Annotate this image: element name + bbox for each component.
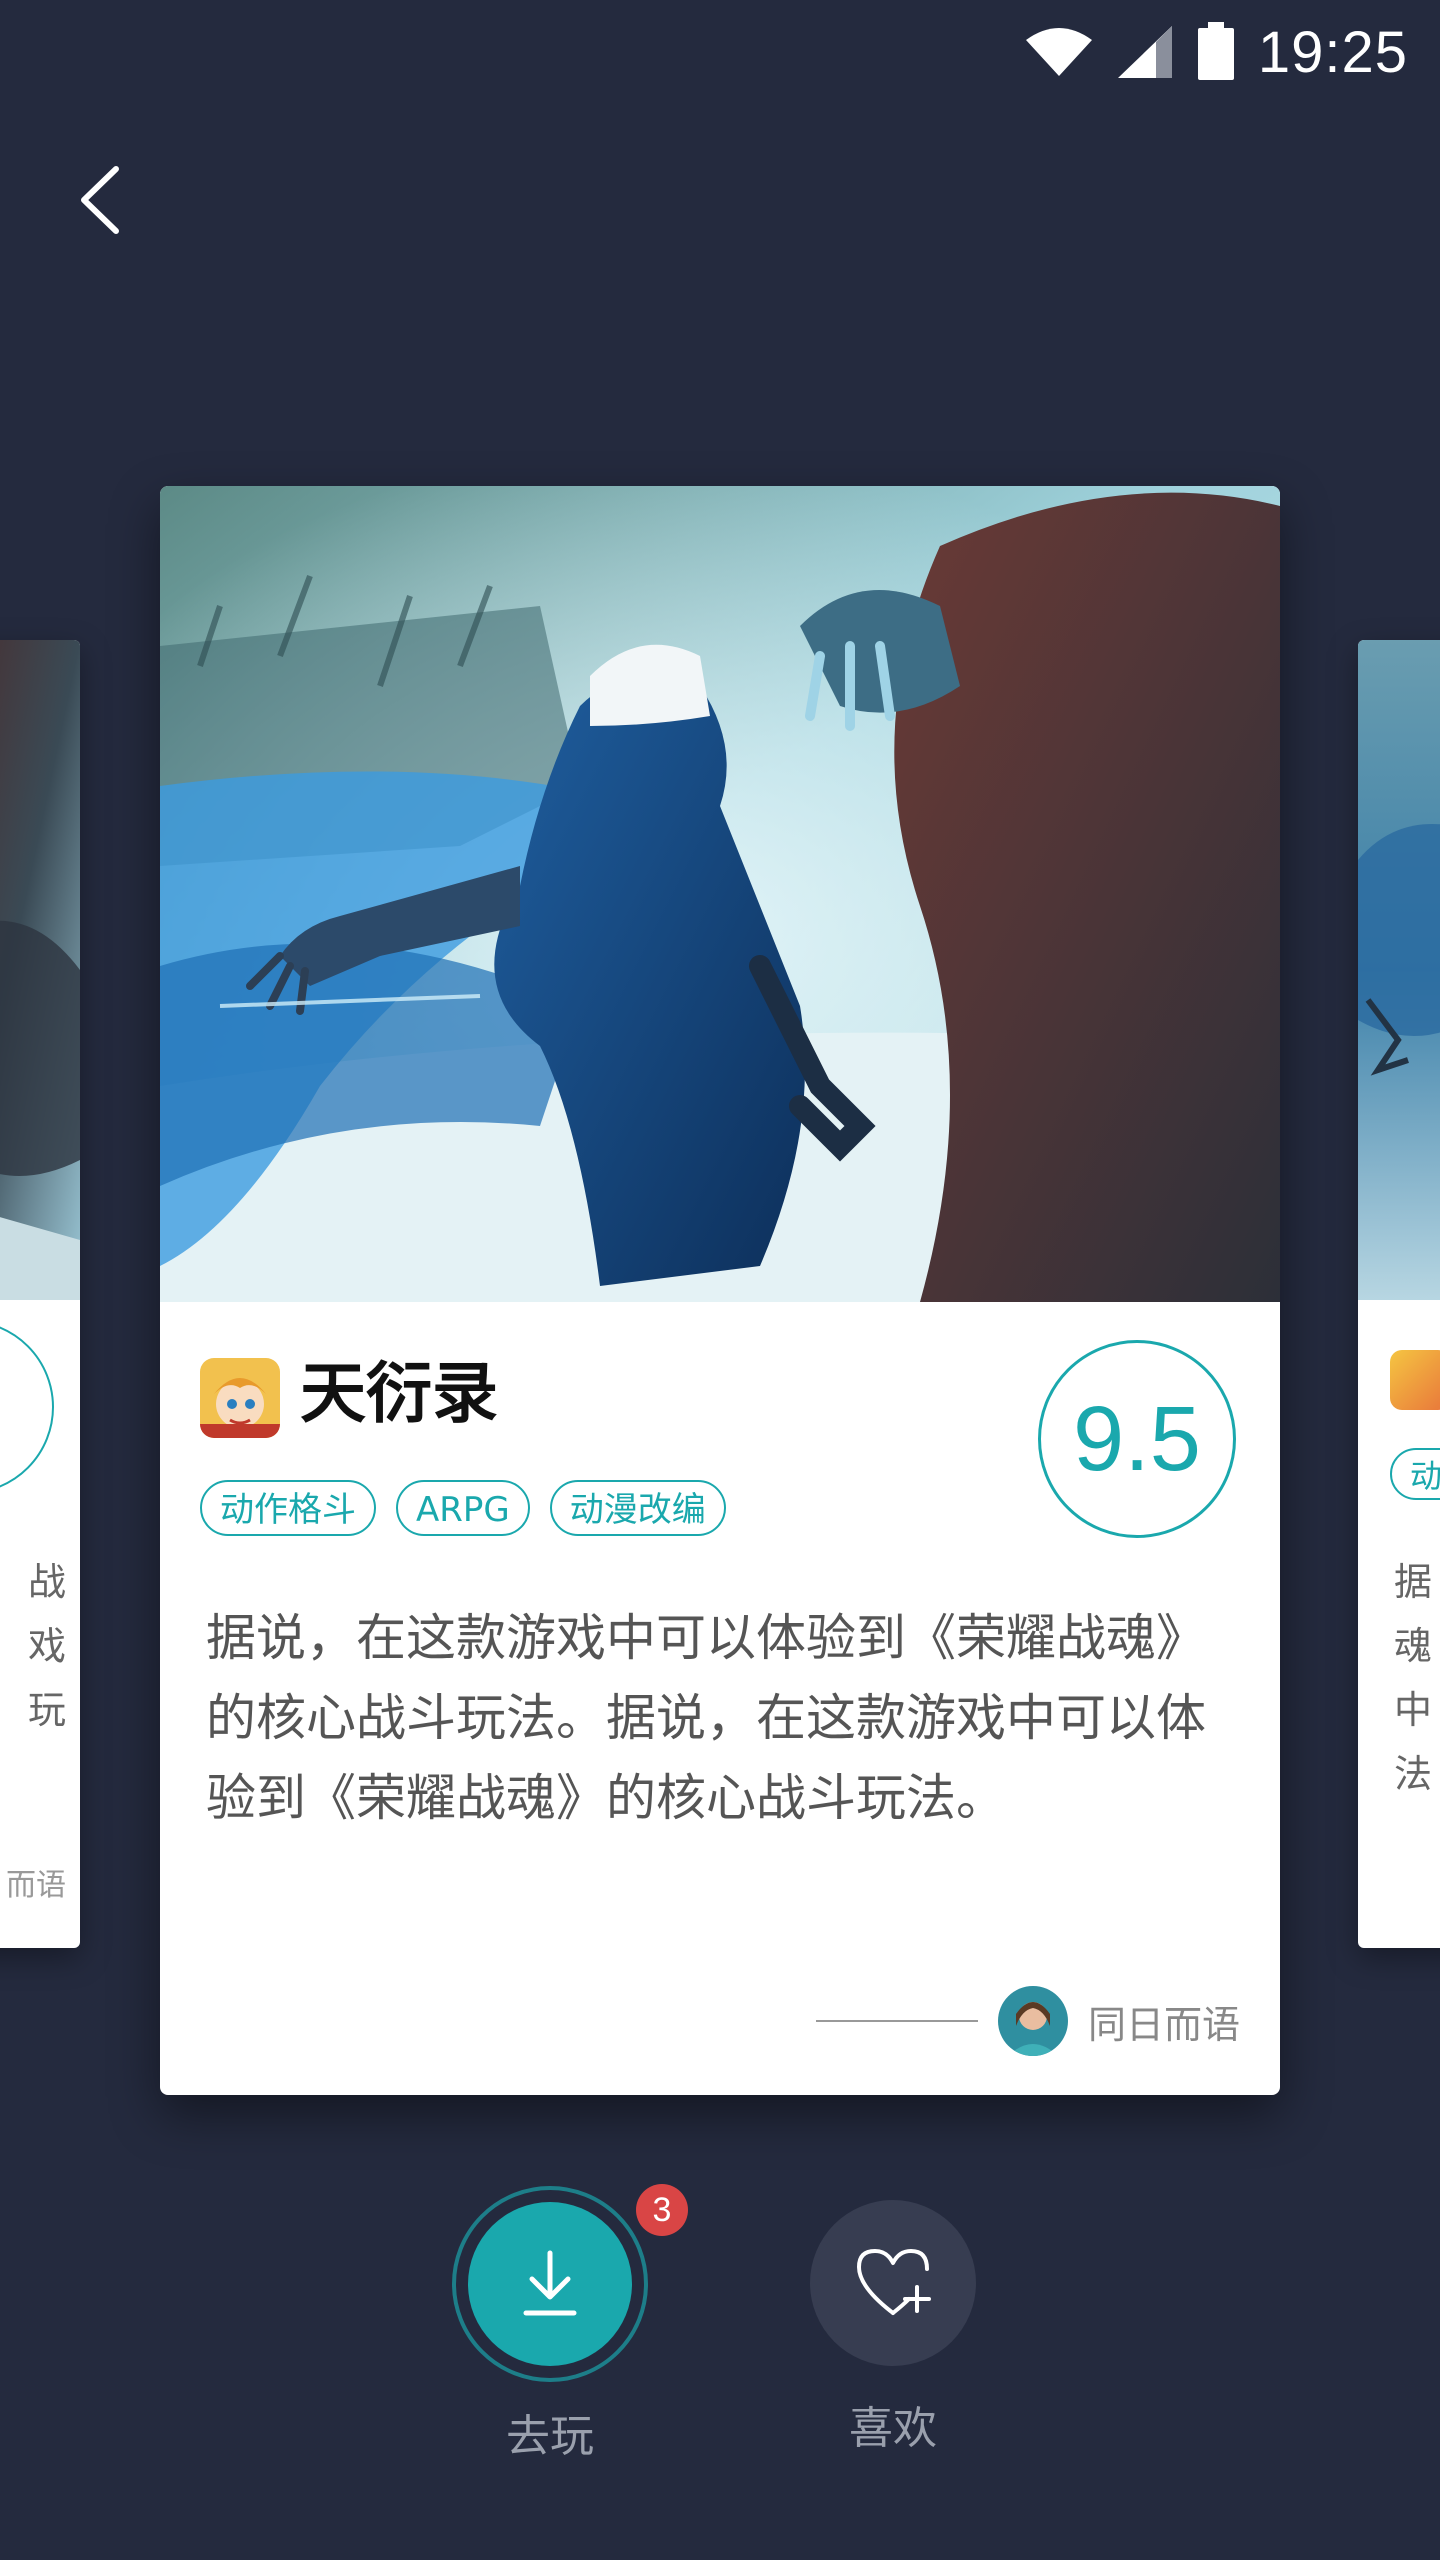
status-time: 19:25 [1257,19,1408,85]
tag-anime-adaptation[interactable]: 动漫改编 [549,1480,726,1536]
avatar [997,1986,1068,2056]
back-button[interactable] [60,150,140,250]
next-game-card[interactable]: 动 据 魂 中 法 [1358,640,1440,1948]
game-app-icon [200,1358,280,1438]
previous-game-card[interactable]: 战 戏 玩 而语 [0,640,80,1948]
like-button[interactable]: 喜欢 [810,2200,976,2456]
play-label: 去玩 [506,2411,594,2462]
score-value: 9.5 [1073,1387,1201,1490]
like-button-circle [810,2200,976,2366]
status-bar: 19:25 [0,0,1440,104]
download-count-badge: 3 [636,2184,688,2236]
previous-game-cover [0,640,80,1300]
next-game-cover [1358,640,1440,1300]
author-info[interactable]: 同日而语 [815,1986,1240,2056]
status-icons: 19:25 [1024,16,1408,88]
previous-game-description: 战 戏 玩 [27,1560,66,1732]
next-game-tag: 动 [1390,1448,1440,1500]
battery-icon [1197,22,1234,80]
game-title: 天衍录 [300,1355,498,1432]
play-button-ring: 3 [452,2184,688,2382]
game-card[interactable]: 天衍录 9.5 动作格斗 ARPG 动漫改编 据说，在这款游戏中可以体验到《荣耀… [160,486,1280,2095]
next-game-icon [1390,1350,1440,1410]
play-button-circle [468,2202,632,2366]
tag-arpg[interactable]: ARPG [396,1480,530,1536]
download-icon [523,2250,577,2316]
chevron-left-icon [81,166,119,234]
tag-action-fighting[interactable]: 动作格斗 [200,1480,376,1536]
game-description: 据说，在这款游戏中可以体验到《荣耀战魂》的核心战斗玩法。据说，在这款游戏中可以体… [206,1609,1206,1827]
like-label: 喜欢 [849,2403,937,2454]
play-button[interactable]: 3 去玩 [452,2184,688,2464]
author-name: 同日而语 [1087,2002,1240,2047]
score-badge: 9.5 [1038,1340,1236,1538]
game-cover-art [160,486,1280,1302]
previous-game-score-ring [0,1320,54,1494]
signal-icon [1117,26,1172,78]
wifi-icon [1025,28,1092,76]
author-divider [815,2020,978,2022]
previous-game-author: 而语 [6,1868,66,1903]
tag-list: 动作格斗 ARPG 动漫改编 [200,1480,726,1536]
heart-plus-icon [857,2249,931,2315]
next-game-description: 据 魂 中 法 [1394,1560,1433,1796]
